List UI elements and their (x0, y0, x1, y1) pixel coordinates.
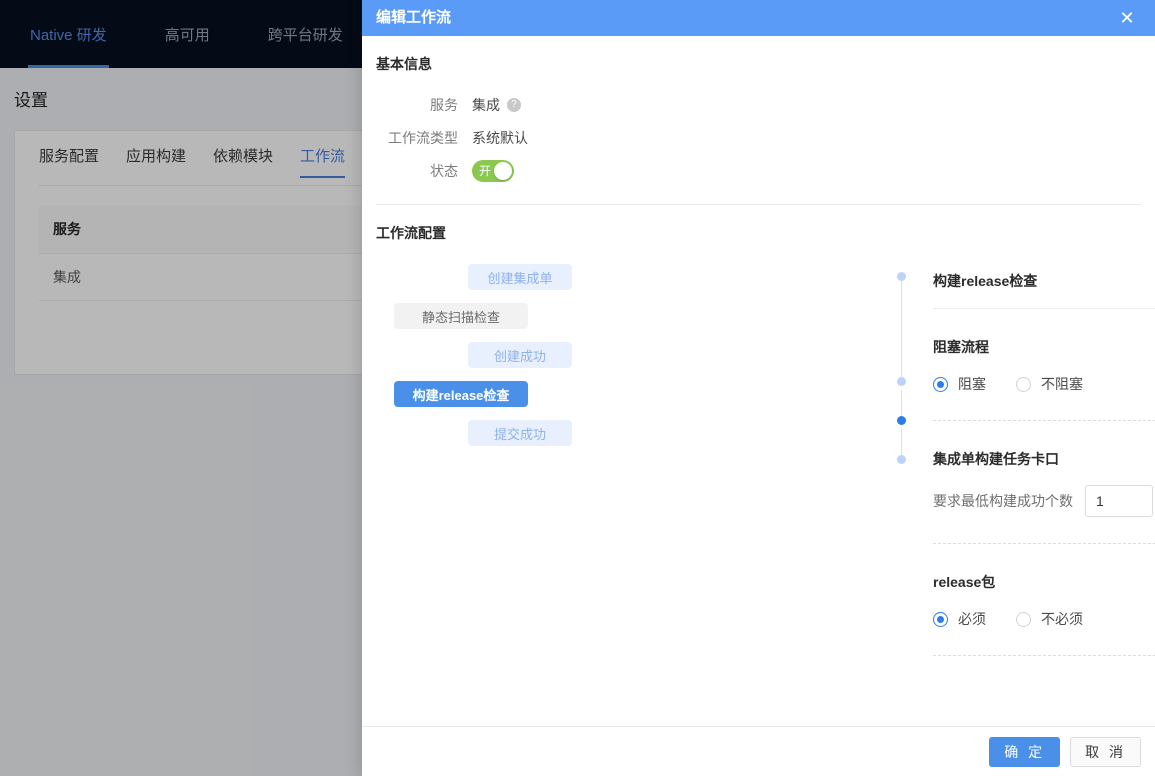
basic-info-value: 集成 (472, 97, 500, 113)
basic-info-value-wrap: 集成 ? (472, 95, 521, 115)
radio-option-label: 必须 (958, 611, 986, 627)
step-submit-success[interactable]: 提交成功 (468, 420, 572, 446)
basic-info-section-title: 基本信息 (376, 56, 432, 72)
step-create-integration-order[interactable]: 创建集成单 (468, 264, 572, 290)
help-icon[interactable]: ? (507, 98, 521, 112)
step-label: 创建集成单 (487, 270, 553, 286)
workflow-step-list: 创建集成单 静态扫描检查 创建成功 构建release检查 提交成功 (394, 264, 572, 459)
step-label: 提交成功 (493, 426, 546, 442)
modal-footer: 确 定 取 消 (362, 726, 1155, 776)
radio-group-release-package: 必须 不必须 (933, 609, 1155, 629)
basic-info-label: 状态 (430, 163, 458, 179)
radio-mark-icon (1016, 611, 1031, 627)
status-toggle-switch[interactable]: 开 (472, 160, 514, 182)
step-create-success[interactable]: 创建成功 (468, 342, 572, 368)
detail-header: 构建release检查 关 (933, 264, 1155, 298)
basic-info-divider (376, 204, 1141, 205)
modal-body: 基本信息 服务 集成 ? 工作流类型 系统默认 状态 开 工作流配置 创建集成单… (362, 36, 1155, 727)
radio-group-blocking-process: 阻塞 不阻塞 (933, 374, 1155, 394)
radio-option-blocking[interactable]: 阻塞 (933, 374, 986, 394)
radio-option-label: 不阻塞 (1041, 376, 1083, 392)
min-build-success-label: 要求最低构建成功个数 (933, 493, 1073, 509)
timeline-line-segment (901, 390, 902, 416)
radio-mark-icon (933, 611, 948, 627)
close-icon[interactable]: ✕ (1109, 0, 1145, 36)
timeline-dot (897, 377, 906, 386)
group-divider (933, 543, 1155, 544)
group-title-build-task-gate: 集成单构建任务卡口 (933, 451, 1059, 467)
radio-mark-icon (1016, 376, 1031, 392)
detail-header-divider (933, 308, 1155, 309)
basic-info-value-wrap: 开 (472, 160, 514, 182)
workflow-timeline (896, 264, 908, 494)
modal-title: 编辑工作流 (376, 9, 452, 26)
timeline-line-segment (901, 281, 902, 377)
radio-option-not-required[interactable]: 不必须 (1016, 609, 1083, 629)
min-build-success-input[interactable] (1085, 485, 1153, 517)
step-label: 构建release检查 (412, 387, 510, 403)
workflow-config-section-title: 工作流配置 (376, 225, 446, 241)
status-toggle-label: 开 (479, 164, 492, 178)
step-detail-pane: 构建release检查 关 阻塞流程 阻塞 不阻塞 (933, 264, 1155, 656)
edit-workflow-modal: 编辑工作流 ✕ 基本信息 服务 集成 ? 工作流类型 系统默认 状态 开 工作流… (362, 0, 1155, 776)
timeline-dot-active (897, 416, 906, 425)
cancel-button[interactable]: 取 消 (1070, 736, 1141, 767)
radio-option-required[interactable]: 必须 (933, 609, 986, 629)
group-divider (933, 655, 1155, 656)
basic-info-rows: 服务 集成 ? 工作流类型 系统默认 状态 开 (362, 94, 762, 193)
modal-header: 编辑工作流 ✕ (362, 0, 1155, 36)
basic-info-row-workflow-type: 工作流类型 系统默认 (362, 127, 762, 149)
min-build-success-field-row: 要求最低构建成功个数 (933, 485, 1155, 517)
radio-mark-icon (933, 376, 948, 392)
basic-info-label: 工作流类型 (388, 130, 458, 146)
step-static-scan-check[interactable]: 静态扫描检查 (394, 303, 528, 329)
basic-info-row-service: 服务 集成 ? (362, 94, 762, 116)
radio-option-non-blocking[interactable]: 不阻塞 (1016, 374, 1083, 394)
group-title-release-package: release包 (933, 574, 996, 590)
radio-option-label: 阻塞 (958, 376, 986, 392)
basic-info-value: 系统默认 (472, 130, 528, 146)
step-build-release-check[interactable]: 构建release检查 (394, 381, 528, 407)
toggle-knob (494, 162, 512, 180)
step-label: 创建成功 (493, 348, 546, 364)
detail-title: 构建release检查 (933, 273, 1038, 289)
timeline-dot (897, 272, 906, 281)
modal-footer-buttons: 确 定 取 消 (989, 727, 1141, 776)
basic-info-row-status: 状态 开 (362, 160, 762, 182)
group-title-blocking-process: 阻塞流程 (933, 339, 989, 355)
radio-option-label: 不必须 (1041, 611, 1083, 627)
timeline-line-segment (901, 429, 902, 455)
timeline-dot (897, 455, 906, 464)
basic-info-label: 服务 (430, 97, 458, 113)
step-label: 静态扫描检查 (421, 309, 500, 325)
confirm-button[interactable]: 确 定 (989, 736, 1061, 767)
group-divider (933, 420, 1155, 421)
